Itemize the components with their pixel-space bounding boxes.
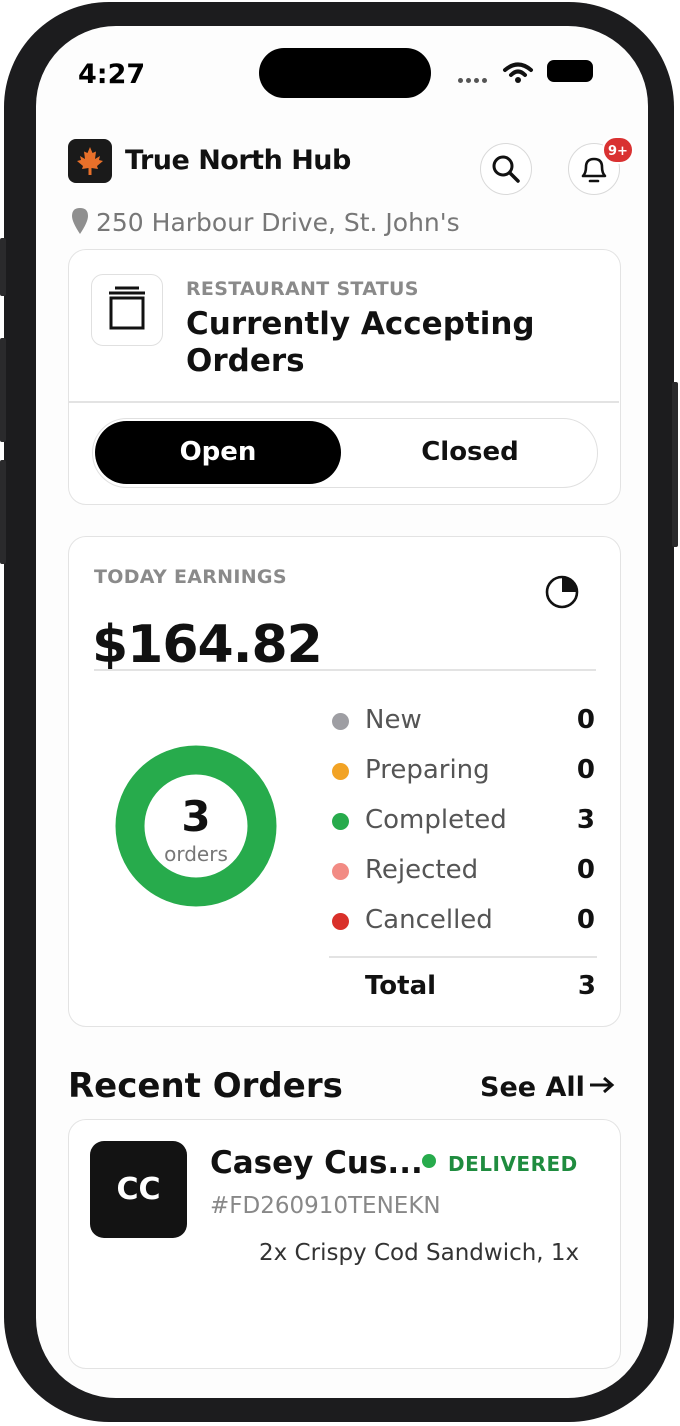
status-row-new: New 0	[329, 703, 597, 743]
status-count: 0	[576, 755, 595, 785]
signal-icon	[458, 68, 490, 87]
customer-avatar: CC	[90, 1141, 187, 1238]
open-closed-toggle[interactable]: Open Closed	[92, 418, 598, 488]
status-dot	[332, 713, 349, 730]
restaurant-address[interactable]: 250 Harbour Drive, St. John's	[96, 208, 460, 237]
donut-unit: orders	[164, 842, 228, 866]
status-name: Cancelled	[365, 905, 493, 935]
order-id: #FD260910TENEKN	[210, 1193, 441, 1219]
donut-count: 3	[181, 792, 211, 841]
status-count: 0	[576, 705, 595, 735]
dynamic-island	[259, 48, 431, 98]
status-name: Preparing	[365, 755, 490, 785]
volume-up-button	[0, 338, 6, 442]
order-items: 2x Crispy Cod Sandwich, 1x	[259, 1240, 580, 1266]
total-count: 3	[577, 971, 596, 1001]
volume-down-button	[0, 460, 6, 564]
location-pin-icon	[72, 208, 88, 234]
status-name: Completed	[365, 805, 507, 835]
status-count: 0	[576, 905, 595, 935]
restaurant-status-card: RESTAURANT STATUS Currently Accepting Or…	[68, 249, 621, 505]
earnings-card: TODAY EARNINGS $164.82 3 orders New 0 Pr…	[68, 536, 621, 1027]
maple-leaf-logo-icon	[68, 139, 112, 183]
screen: 4:27 True North Hub 9+ 250 Harbour Drive…	[36, 26, 648, 1398]
status-dot	[332, 863, 349, 880]
search-button[interactable]	[480, 143, 532, 195]
store-status-icon-box	[91, 274, 163, 346]
phone-frame: 4:27 True North Hub 9+ 250 Harbour Drive…	[0, 2, 678, 1422]
restaurant-status-label: RESTAURANT STATUS	[186, 278, 419, 300]
closed-toggle-option[interactable]: Closed	[345, 421, 595, 484]
status-time: 4:27	[78, 59, 146, 90]
open-toggle-option[interactable]: Open	[95, 421, 341, 484]
search-icon	[492, 155, 520, 183]
divider	[329, 956, 597, 958]
status-name: Rejected	[365, 855, 479, 885]
delivered-status-dot	[422, 1154, 436, 1168]
divider	[94, 669, 596, 671]
status-row-preparing: Preparing 0	[329, 753, 597, 793]
restaurant-status-title: Currently Accepting Orders	[186, 306, 535, 379]
status-count: 3	[576, 805, 595, 835]
status-count: 0	[576, 855, 595, 885]
battery-icon	[547, 60, 593, 82]
earnings-label: TODAY EARNINGS	[94, 566, 287, 588]
notification-badge: 9+	[602, 136, 634, 164]
power-button	[672, 382, 678, 547]
order-status-badge: DELIVERED	[448, 1152, 578, 1176]
earnings-amount: $164.82	[92, 615, 323, 675]
order-card[interactable]: CC Casey Cus... DELIVERED #FD260910TENEK…	[68, 1119, 621, 1369]
status-dot	[332, 913, 349, 930]
mute-switch	[0, 238, 6, 296]
pie-chart-icon[interactable]	[543, 573, 581, 611]
divider	[69, 401, 619, 403]
customer-name: Casey Cus...	[210, 1145, 423, 1181]
recent-orders-title: Recent Orders	[68, 1066, 343, 1106]
status-dot	[332, 763, 349, 780]
status-row-cancelled: Cancelled 0	[329, 903, 597, 943]
arrow-right-icon[interactable]	[588, 1074, 616, 1096]
see-all-label[interactable]: See All	[480, 1072, 585, 1103]
store-icon	[109, 286, 145, 330]
total-label: Total	[365, 971, 437, 1001]
status-row-completed: Completed 3	[329, 803, 597, 843]
brand-name: True North Hub	[125, 145, 351, 176]
status-name: New	[365, 705, 422, 735]
status-dot	[332, 813, 349, 830]
wifi-icon	[503, 62, 533, 83]
status-row-rejected: Rejected 0	[329, 853, 597, 893]
